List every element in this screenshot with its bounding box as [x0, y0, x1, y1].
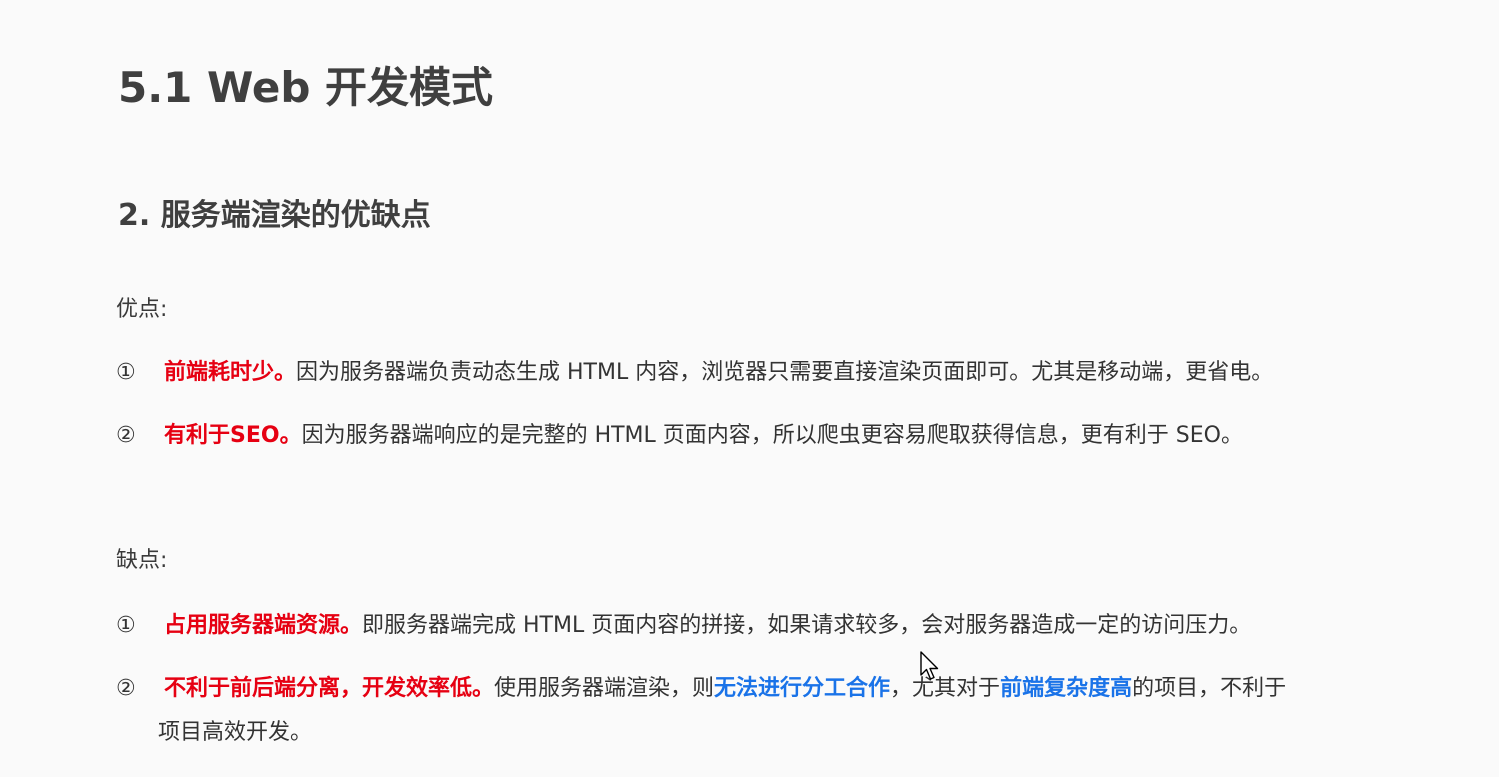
section-subtitle: 2. 服务端渲染的优缺点 — [118, 198, 431, 233]
pros-label: 优点: — [116, 297, 168, 322]
item-number: ② — [116, 676, 136, 701]
pros-item-1: ① 前端耗时少。因为服务器端负责动态生成 HTML 内容，浏览器只需要直接渲染页面… — [116, 351, 1273, 395]
item-text: ，尤其对于 — [890, 676, 1001, 701]
item-lead: 不利于前后端分离，开发效率低。 — [164, 676, 495, 701]
cons-label: 缺点: — [116, 548, 168, 573]
mouse-pointer-icon — [920, 651, 939, 680]
item-text: 因为服务器端负责动态生成 HTML 内容，浏览器只需要直接渲染页面即可。尤其是移… — [296, 360, 1274, 385]
item-lead: 占用服务器端资源。 — [164, 613, 363, 638]
slide: 5.1 Web 开发模式 2. 服务端渲染的优缺点 优点: ① 前端耗时少。因为服… — [0, 0, 1499, 777]
item-number: ① — [116, 360, 136, 385]
item-highlight: 无法进行分工合作 — [714, 676, 891, 701]
item-text: 即服务器端完成 HTML 页面内容的拼接，如果请求较多，会对服务器造成一定的访问… — [362, 613, 1252, 638]
item-lead: 前端耗时少。 — [164, 360, 297, 385]
page-title: 5.1 Web 开发模式 — [118, 63, 494, 112]
item-number: ② — [116, 423, 136, 448]
item-number: ① — [116, 613, 136, 638]
item-highlight: 前端复杂度高 — [1000, 676, 1133, 701]
cons-item-2: ② 不利于前后端分离，开发效率低。使用服务器端渲染，则无法进行分工合作，尤其对于前… — [116, 667, 1286, 755]
item-text: 因为服务器端响应的是完整的 HTML 页面内容，所以爬虫更容易爬取获得信息，更有… — [301, 423, 1243, 448]
item-text: 的项目，不利于 — [1132, 676, 1287, 701]
item-text: 使用服务器端渲染，则 — [494, 676, 715, 701]
item-text-continued: 项目高效开发。 — [158, 720, 313, 745]
cons-item-1: ① 占用服务器端资源。即服务器端完成 HTML 页面内容的拼接，如果请求较多，会对… — [116, 604, 1251, 648]
item-lead: 有利于SEO。 — [164, 423, 302, 448]
pros-item-2: ② 有利于SEO。因为服务器端响应的是完整的 HTML 页面内容，所以爬虫更容易爬… — [116, 414, 1243, 458]
